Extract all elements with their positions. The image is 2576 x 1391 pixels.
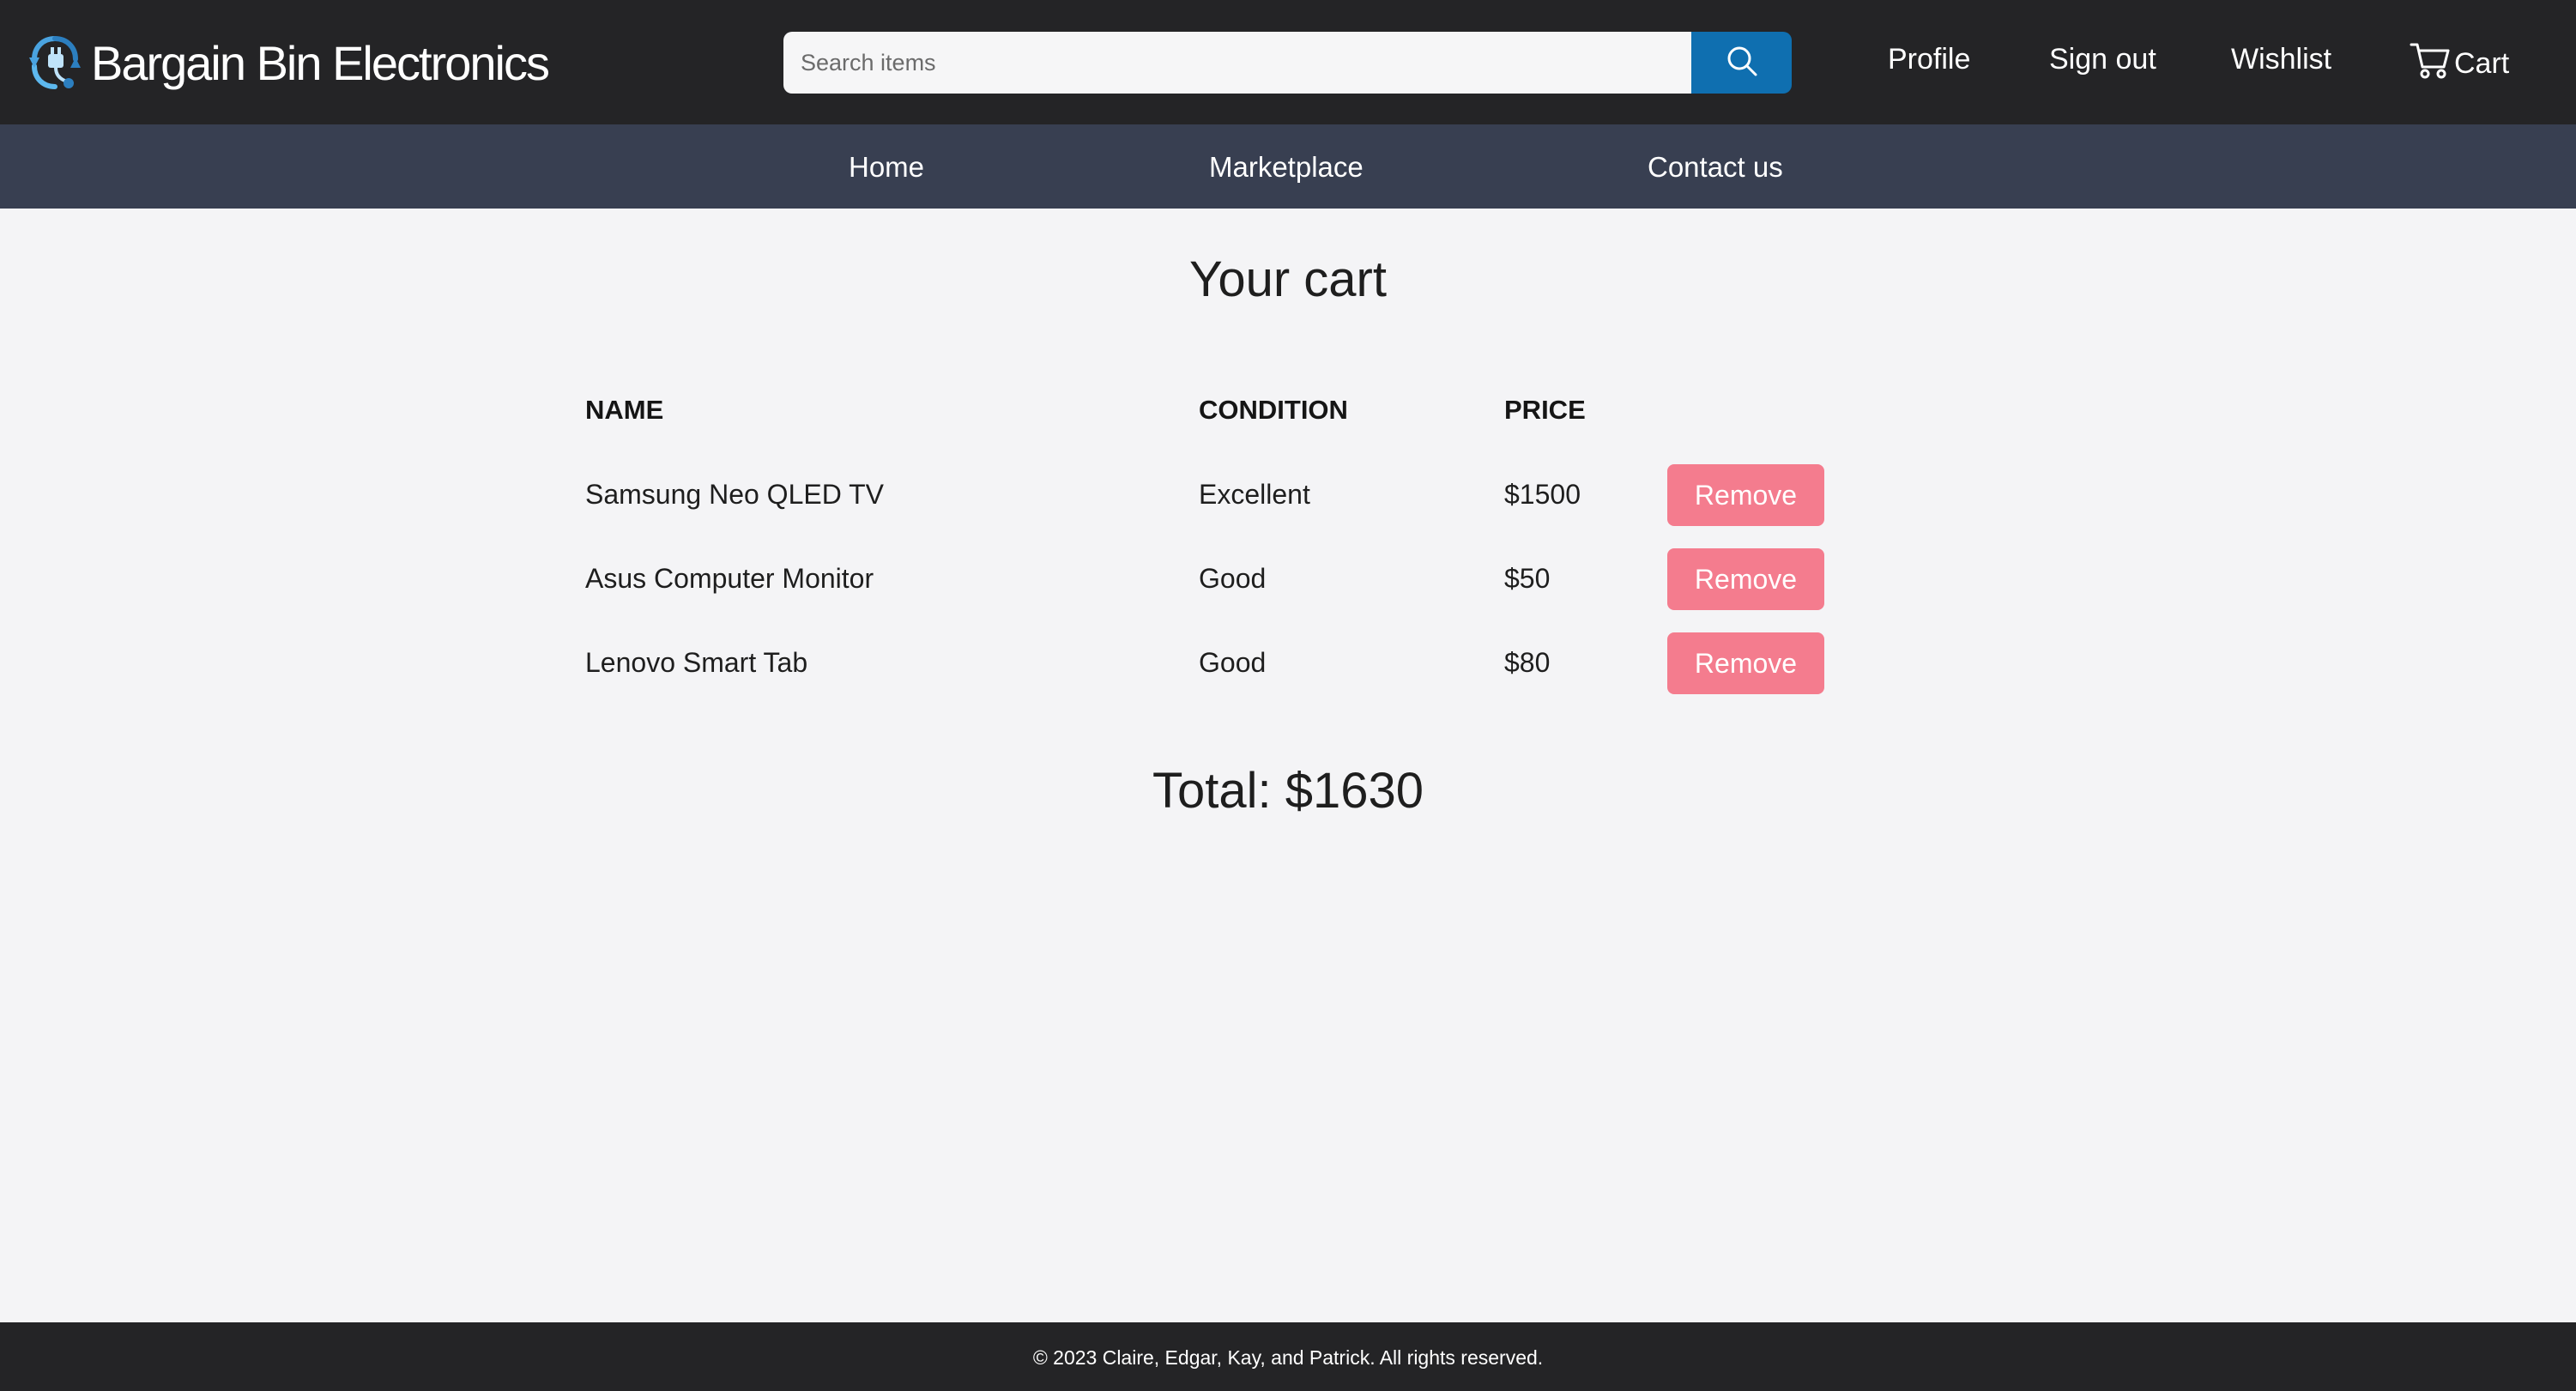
footer: © 2023 Claire, Edgar, Kay, and Patrick. …: [0, 1322, 2576, 1391]
cart-item-name: Lenovo Smart Tab: [585, 647, 808, 678]
page-title: Your cart: [1189, 251, 1387, 307]
cart-total: Total: $1630: [1152, 763, 1424, 819]
cart-link[interactable]: Cart: [2410, 39, 2509, 88]
remove-button[interactable]: Remove: [1667, 464, 1824, 526]
nav-home[interactable]: Home: [849, 151, 924, 184]
brand-name: Bargain Bin Electronics: [91, 35, 550, 90]
remove-button[interactable]: Remove: [1667, 632, 1824, 694]
column-header-price: PRICE: [1504, 395, 1586, 425]
cart-item-price: $80: [1504, 647, 1551, 678]
cart-item-condition: Excellent: [1199, 479, 1310, 510]
cart-item-name: Asus Computer Monitor: [585, 563, 874, 594]
brand[interactable]: Bargain Bin Electronics: [27, 33, 550, 93]
sign-out-link[interactable]: Sign out: [2049, 43, 2156, 76]
wishlist-link[interactable]: Wishlist: [2231, 43, 2331, 76]
search-bar: [783, 32, 1792, 94]
top-header: Bargain Bin Electronics Profile Sign out…: [0, 0, 2576, 124]
cart-item-condition: Good: [1199, 647, 1267, 678]
cart-icon: [2410, 39, 2454, 88]
search-input[interactable]: [783, 32, 1691, 94]
cart-item-price: $50: [1504, 563, 1551, 594]
column-header-condition: CONDITION: [1199, 395, 1348, 425]
main-nav: Home Marketplace Contact us: [0, 124, 2576, 209]
nav-marketplace[interactable]: Marketplace: [1209, 151, 1364, 184]
recycle-plug-logo-icon: [27, 33, 82, 92]
search-icon: [1726, 45, 1758, 82]
cart-item-condition: Good: [1199, 563, 1267, 594]
remove-button[interactable]: Remove: [1667, 548, 1824, 610]
profile-link[interactable]: Profile: [1888, 43, 1970, 76]
cart-item-price: $1500: [1504, 479, 1581, 510]
nav-contact-us[interactable]: Contact us: [1648, 151, 1783, 184]
copyright-text: © 2023 Claire, Edgar, Kay, and Patrick. …: [1032, 1346, 1544, 1369]
column-header-name: NAME: [585, 395, 664, 425]
search-button[interactable]: [1691, 32, 1792, 94]
cart-item-name: Samsung Neo QLED TV: [585, 479, 885, 510]
cart-label: Cart: [2454, 47, 2510, 80]
